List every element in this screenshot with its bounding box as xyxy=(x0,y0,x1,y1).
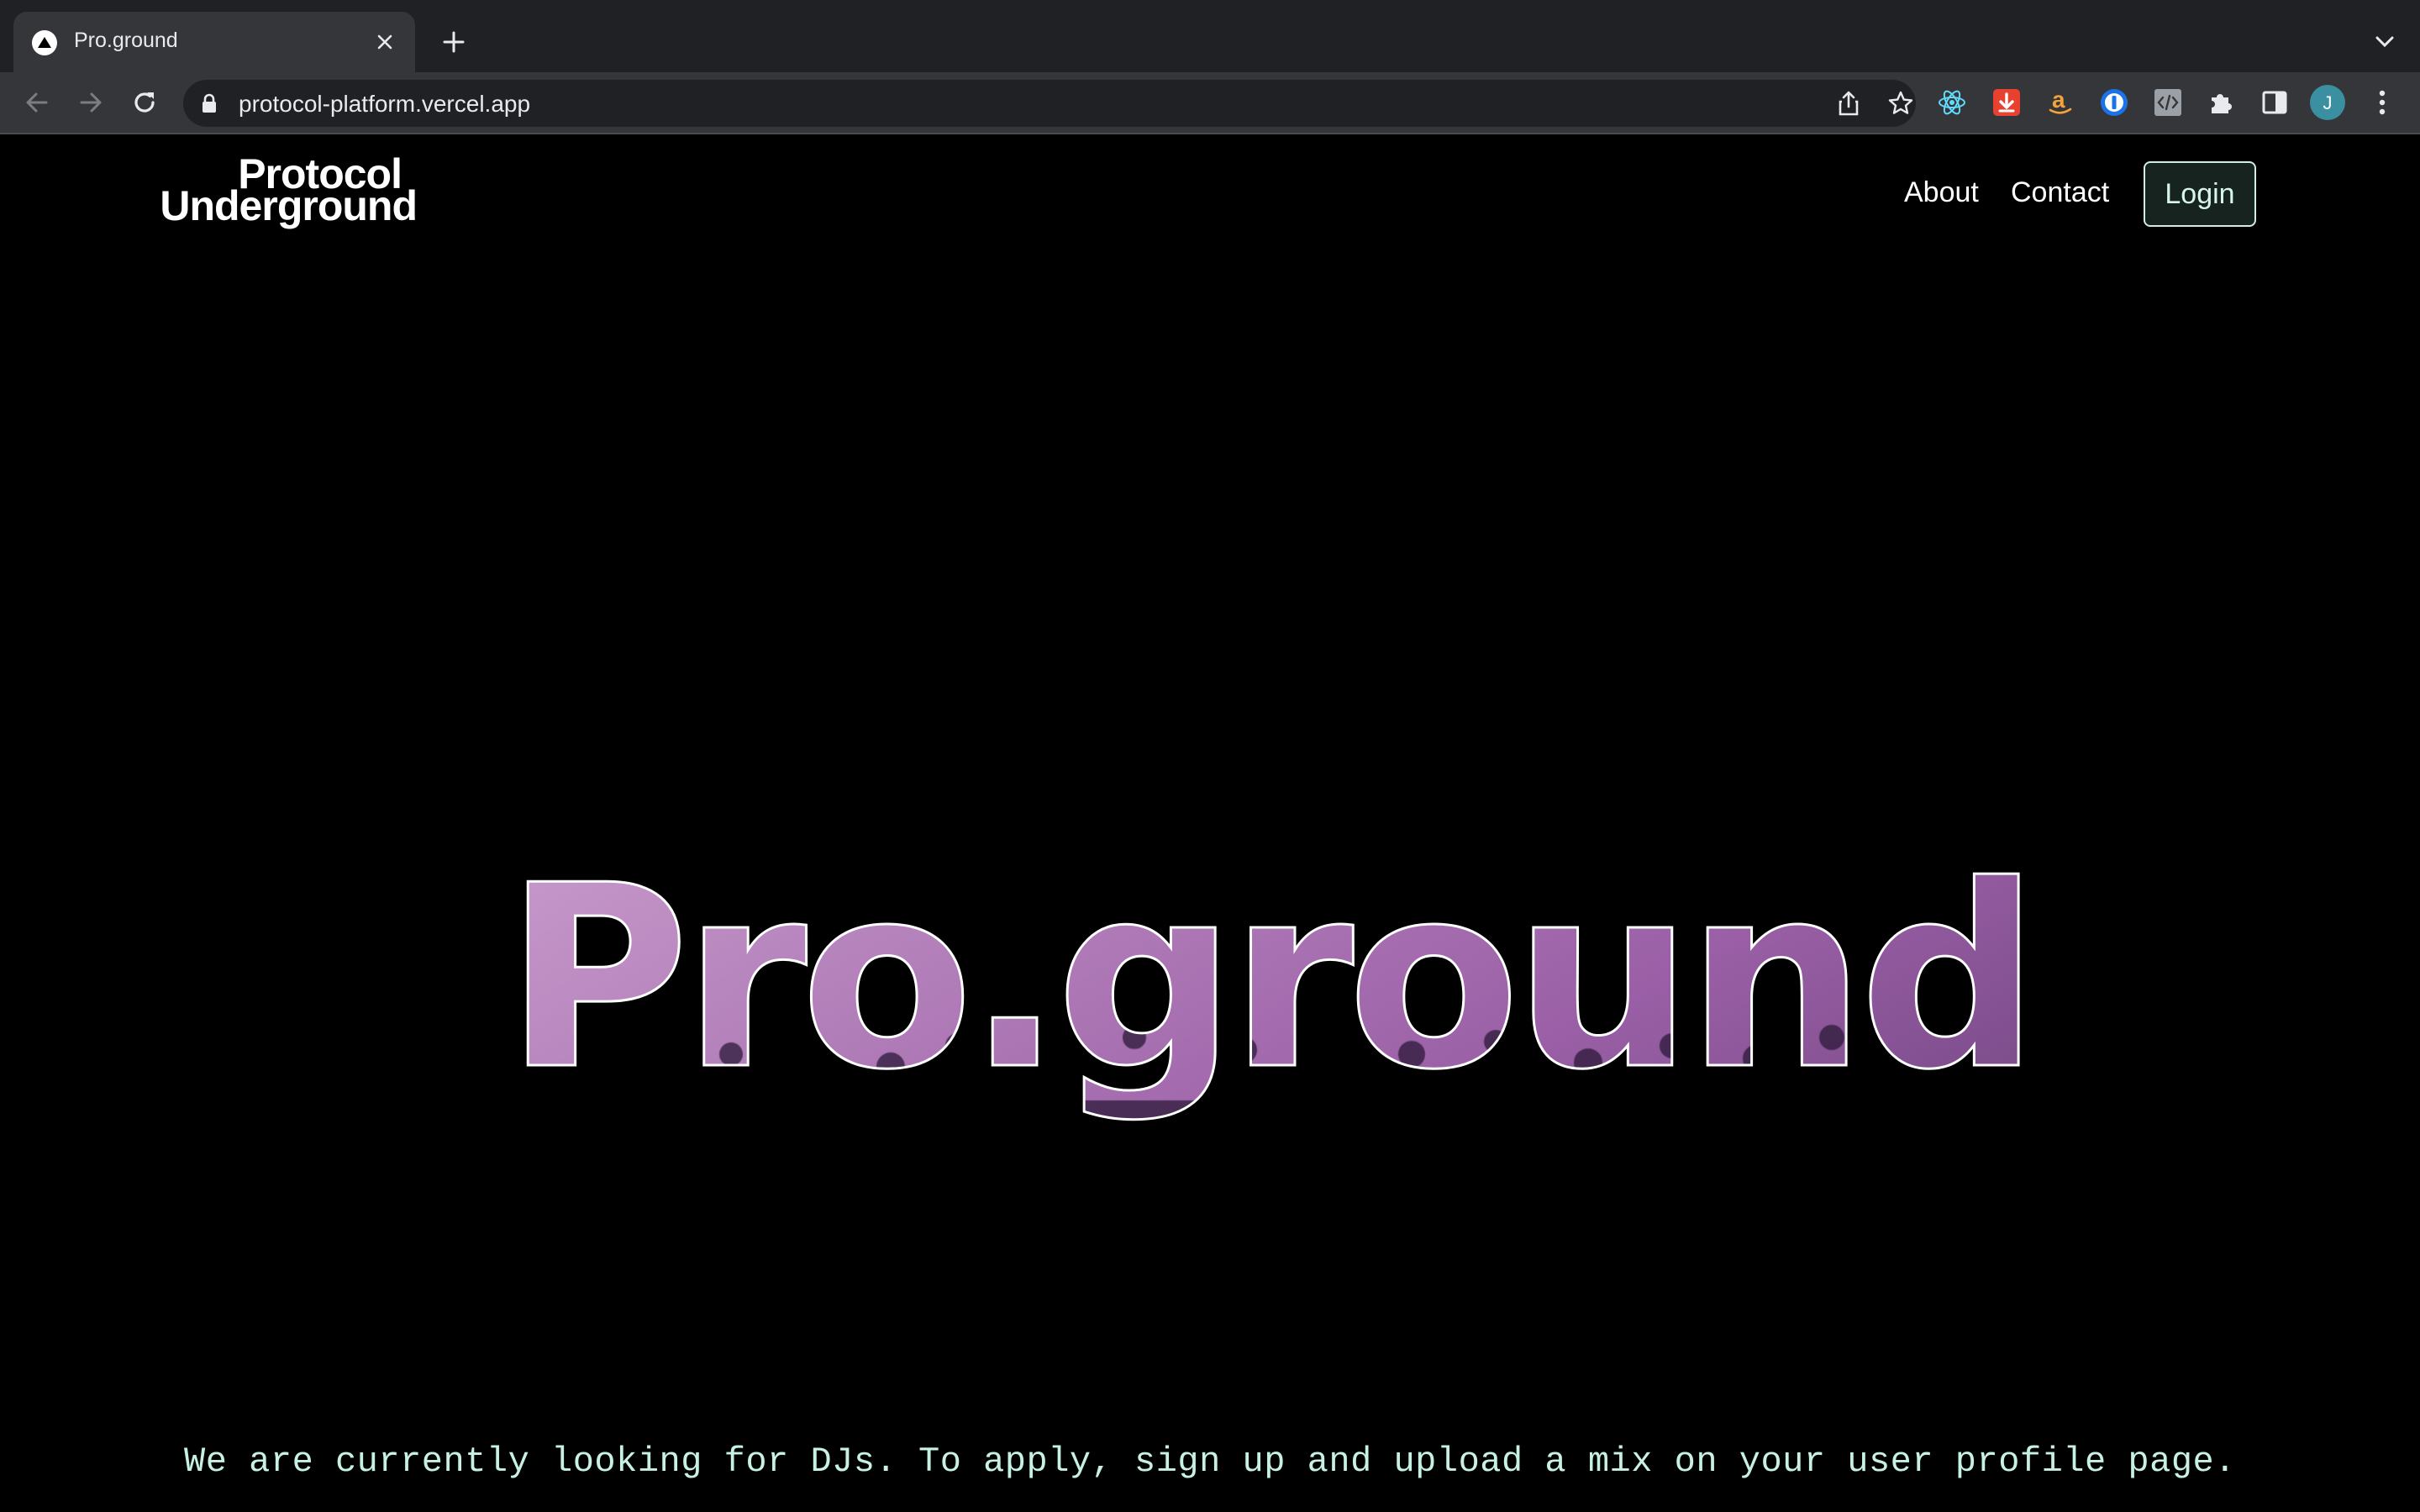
back-icon[interactable] xyxy=(17,82,57,123)
plus-icon[interactable] xyxy=(435,24,472,60)
menu-icon[interactable] xyxy=(2364,84,2401,121)
page-content: Protocol Underground About Contact Login xyxy=(0,134,2420,1512)
browser-toolbar: protocol-platform.vercel.app a J xyxy=(0,72,2420,134)
code-icon[interactable] xyxy=(2149,84,2186,121)
browser-tabstrip: Pro.ground xyxy=(0,0,2420,72)
chevron-down-icon[interactable] xyxy=(2366,24,2403,60)
forward-icon[interactable] xyxy=(71,82,111,123)
star-icon[interactable] xyxy=(1884,87,1918,120)
side-panel-icon[interactable] xyxy=(2256,84,2293,121)
address-bar[interactable]: protocol-platform.vercel.app xyxy=(183,80,1916,127)
favicon-icon xyxy=(32,30,57,55)
svg-text:a: a xyxy=(2052,87,2065,113)
tab-title: Pro.ground xyxy=(74,29,178,52)
download-icon[interactable] xyxy=(1988,84,2025,121)
hero-title: Pro.ground xyxy=(505,832,2033,1125)
avatar[interactable]: J xyxy=(2309,84,2346,121)
close-icon[interactable] xyxy=(366,24,403,60)
amazon-icon[interactable]: a xyxy=(2042,84,2079,121)
react-devtools-icon[interactable] xyxy=(1933,84,1970,121)
lock-icon[interactable] xyxy=(202,93,217,118)
hero-title-graphic: Pro.ground xyxy=(503,831,2041,1126)
url-text: protocol-platform.vercel.app xyxy=(239,91,531,117)
extensions-icon[interactable] xyxy=(2202,84,2239,121)
share-icon[interactable] xyxy=(1832,87,1865,120)
reload-icon[interactable] xyxy=(124,82,165,123)
avatar-initial: J xyxy=(2323,92,2333,113)
browser-tab[interactable]: Pro.ground xyxy=(13,12,415,72)
password-manager-icon[interactable] xyxy=(2096,84,2133,121)
tagline: We are currently looking for DJs. To app… xyxy=(184,1441,2236,1482)
